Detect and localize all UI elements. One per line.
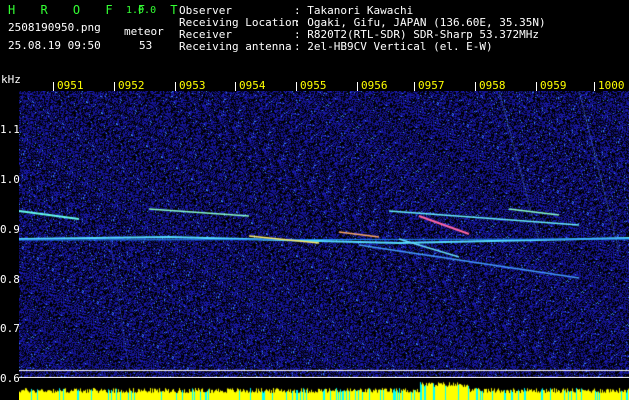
- power-spectrum-bar: [19, 378, 629, 400]
- time-tick: [594, 82, 595, 91]
- file-datetime: 25.08.19 09:50: [8, 39, 101, 52]
- time-tick: [175, 82, 176, 91]
- app-title: H R O F F T: [8, 3, 187, 17]
- app-version: 1.0.0: [126, 5, 157, 16]
- spectrogram-plot: [19, 91, 629, 378]
- time-tick: [414, 82, 415, 91]
- info-value-antenna: : 2el-HB9CV Vertical (el. E-W): [294, 40, 493, 53]
- info-key-antenna: Receiving antenna: [179, 40, 292, 53]
- time-tick: [536, 82, 537, 91]
- detection-label: meteor: [124, 25, 164, 38]
- time-tick: [53, 82, 54, 91]
- freq-label: 0.9: [0, 223, 20, 236]
- time-tick: [296, 82, 297, 91]
- axis-unit: kHz: [1, 73, 21, 86]
- time-tick: [357, 82, 358, 91]
- detection-count: 53: [139, 39, 153, 52]
- freq-label: 1.1: [0, 123, 20, 136]
- time-tick: [235, 82, 236, 91]
- freq-label: 0.7: [0, 322, 20, 335]
- time-tick: [114, 82, 115, 91]
- file-name: 2508190950.png: [8, 21, 101, 34]
- freq-label: 1.0: [0, 173, 20, 186]
- freq-label: 0.6: [0, 372, 20, 385]
- freq-label: 0.8: [0, 273, 20, 286]
- time-tick: [475, 82, 476, 91]
